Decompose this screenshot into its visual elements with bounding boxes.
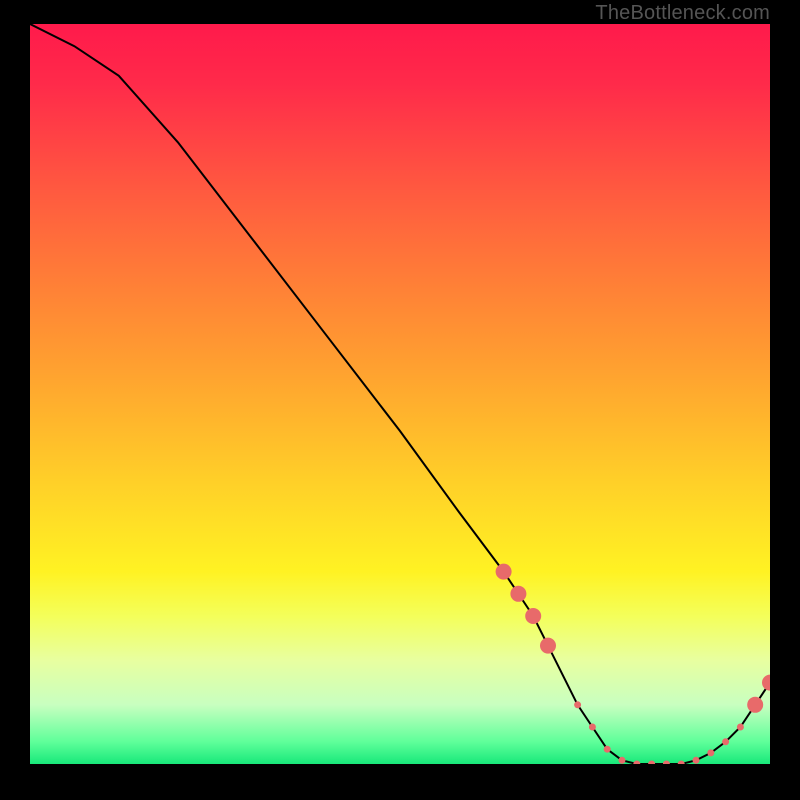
chart-marker xyxy=(540,638,556,654)
chart-marker xyxy=(633,761,640,765)
chart-marker xyxy=(510,586,526,602)
chart-marker xyxy=(663,761,670,765)
chart-marker xyxy=(737,724,744,731)
chart-marker xyxy=(762,675,770,691)
chart-line xyxy=(30,24,770,764)
plot-area xyxy=(30,24,770,764)
chart-markers-small xyxy=(574,701,744,764)
chart-marker xyxy=(678,761,685,765)
chart-marker xyxy=(747,697,763,713)
chart-marker xyxy=(525,608,541,624)
chart-marker xyxy=(693,757,700,764)
chart-marker xyxy=(619,757,626,764)
chart-marker xyxy=(574,701,581,708)
attribution-label: TheBottleneck.com xyxy=(595,2,770,25)
chart-marker xyxy=(722,738,729,745)
chart-frame: TheBottleneck.com xyxy=(0,0,800,800)
chart-svg xyxy=(30,24,770,764)
chart-marker xyxy=(604,746,611,753)
chart-markers-big xyxy=(496,564,770,713)
chart-marker xyxy=(648,761,655,765)
chart-marker xyxy=(589,724,596,731)
chart-marker xyxy=(707,749,714,756)
chart-marker xyxy=(496,564,512,580)
